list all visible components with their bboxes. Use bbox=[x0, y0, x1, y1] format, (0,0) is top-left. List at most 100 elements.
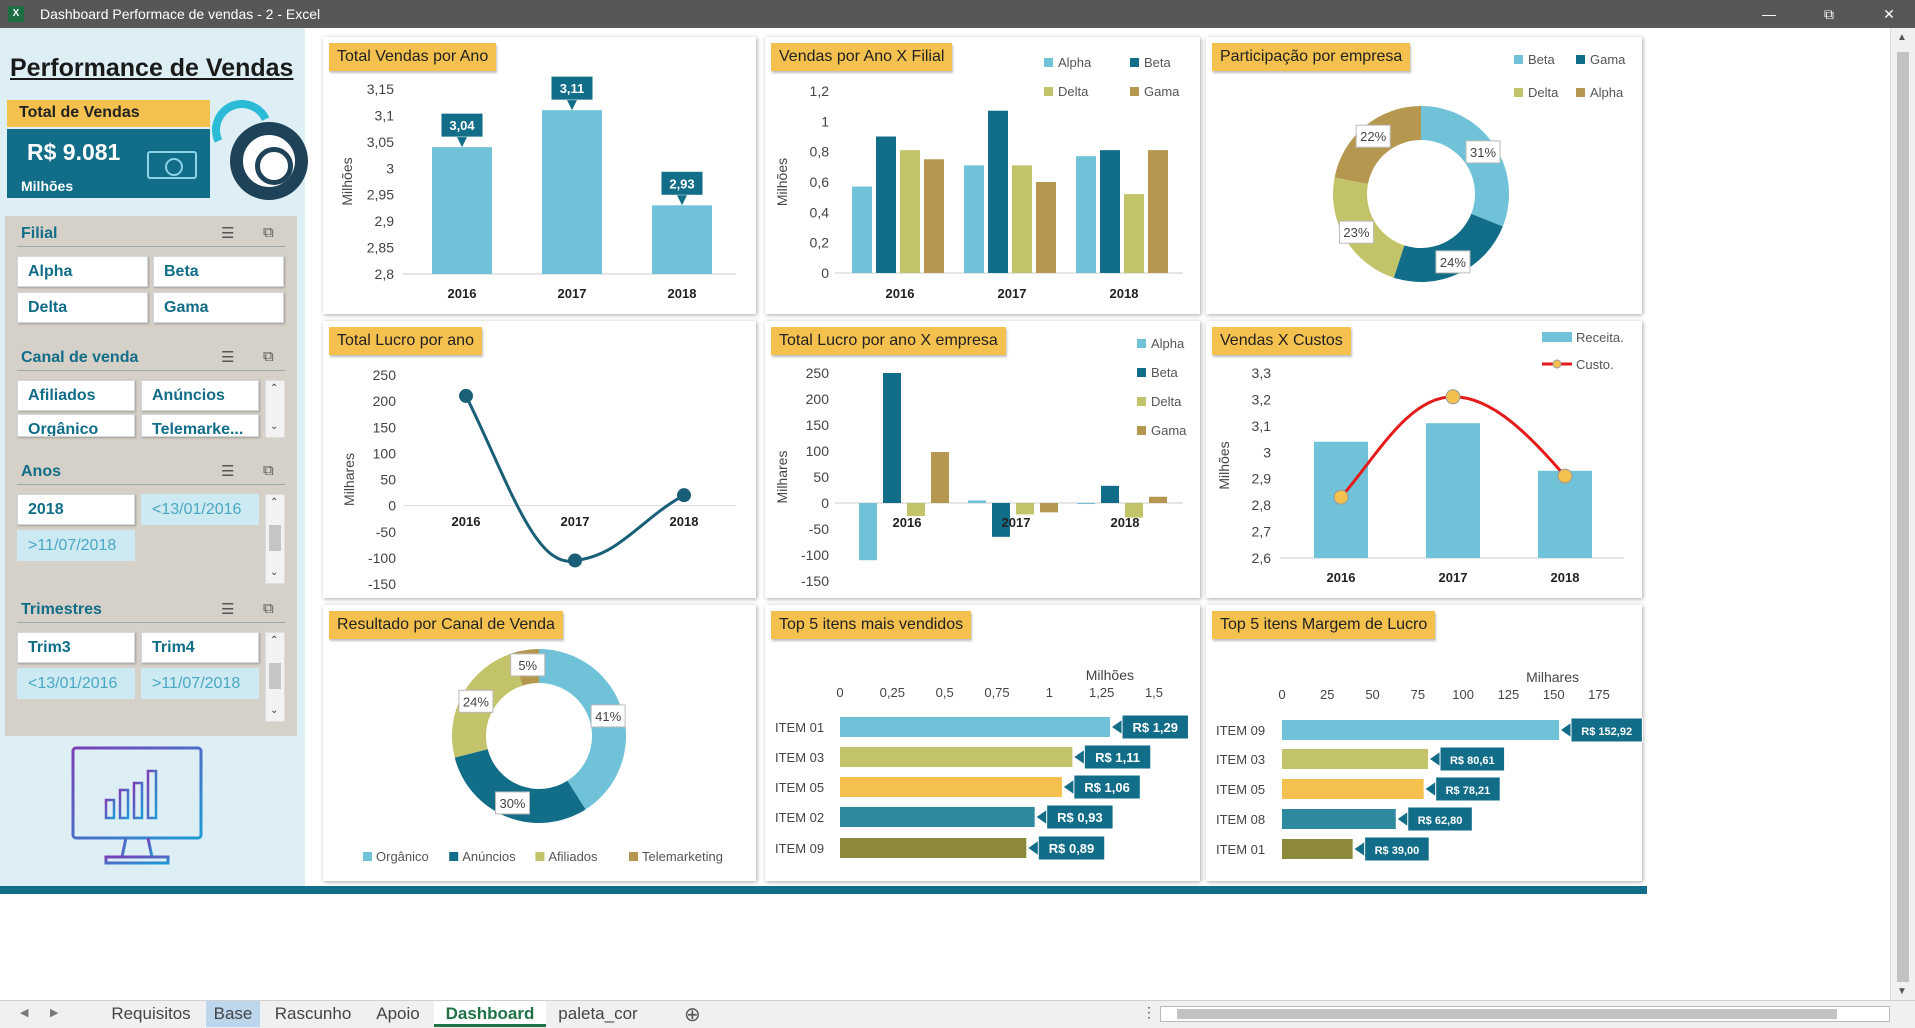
legend-swatch bbox=[449, 852, 459, 861]
y-tick-label: 50 bbox=[813, 469, 829, 485]
y-tick-label: 3,2 bbox=[1252, 391, 1272, 407]
vertical-scrollbar[interactable]: ▲ ▼ bbox=[1890, 28, 1915, 1000]
multi-select-icon[interactable]: ☰ bbox=[221, 600, 234, 618]
y-axis-label: Milhões bbox=[339, 157, 355, 205]
card-canal: Resultado por Canal de Venda 41% 30% 24% 5%… bbox=[323, 605, 756, 881]
slicer-item-telemarketing[interactable]: Telemarke... bbox=[141, 414, 259, 437]
legend-label: Custo. bbox=[1576, 357, 1614, 372]
x-tick-label: 2016 bbox=[1327, 570, 1356, 585]
legend-label: Beta bbox=[1151, 365, 1179, 380]
slicer-item-organico[interactable]: Orgânico bbox=[17, 414, 135, 437]
y-tick-label: 2,6 bbox=[1252, 550, 1272, 566]
data-label: 24% bbox=[1440, 255, 1466, 270]
y-tick-label: ITEM 09 bbox=[1216, 723, 1265, 738]
legend-swatch bbox=[1137, 339, 1146, 348]
slicer-item-trim3[interactable]: Trim3 bbox=[17, 632, 135, 663]
legend-swatch bbox=[1576, 88, 1585, 97]
y-tick-label: 2,8 bbox=[1252, 497, 1272, 513]
slicer-item-before[interactable]: <13/01/2016 bbox=[141, 494, 259, 525]
chevron-down-icon[interactable]: ⌄ bbox=[270, 421, 278, 432]
y-tick-label: ITEM 08 bbox=[1216, 812, 1265, 827]
divider bbox=[17, 246, 285, 247]
chevron-up-icon[interactable]: ⌃ bbox=[270, 635, 278, 646]
data-point bbox=[1333, 489, 1349, 505]
axis-unit-label: Milhões bbox=[1086, 667, 1134, 683]
clear-filter-icon[interactable]: ⧉ bbox=[263, 348, 274, 365]
data-point bbox=[1557, 468, 1573, 484]
chevron-down-icon[interactable]: ⌄ bbox=[270, 705, 278, 716]
slicer-item-beta[interactable]: Beta bbox=[153, 256, 284, 287]
slicer-item-after[interactable]: >11/07/2018 bbox=[141, 668, 259, 699]
slicer-item-delta[interactable]: Delta bbox=[17, 292, 148, 323]
tab-base[interactable]: Base bbox=[206, 1001, 260, 1027]
y-tick-label: 1 bbox=[821, 113, 829, 129]
data-label: 3,11 bbox=[560, 81, 585, 96]
data-label: 3,04 bbox=[449, 118, 475, 133]
more-options-icon[interactable]: ⋮ bbox=[1142, 1004, 1156, 1021]
tab-next-icon[interactable]: ▶ bbox=[50, 1006, 58, 1019]
legend-label: Beta bbox=[1144, 55, 1172, 70]
chevron-down-icon[interactable]: ⌄ bbox=[270, 567, 278, 578]
tab-requisitos[interactable]: Requisitos bbox=[100, 1001, 202, 1027]
slicer-item-trim4[interactable]: Trim4 bbox=[141, 632, 259, 663]
slicer-item-after[interactable]: >11/07/2018 bbox=[17, 530, 135, 561]
slicer-item-alpha[interactable]: Alpha bbox=[17, 256, 148, 287]
restore-icon[interactable]: ⧉ bbox=[1806, 0, 1852, 28]
legend-swatch bbox=[1130, 58, 1139, 67]
scroll-thumb[interactable] bbox=[269, 525, 281, 551]
multi-select-icon[interactable]: ☰ bbox=[221, 348, 234, 366]
legend-label: Delta bbox=[1528, 85, 1559, 100]
y-tick-label: ITEM 05 bbox=[1216, 782, 1265, 797]
slicer-item-2018[interactable]: 2018 bbox=[17, 494, 135, 525]
data-label-pointer bbox=[1354, 842, 1365, 856]
tab-prev-icon[interactable]: ◀ bbox=[20, 1006, 28, 1019]
bar bbox=[1282, 809, 1396, 829]
slicer-item-gama[interactable]: Gama bbox=[153, 292, 284, 323]
divider bbox=[17, 484, 285, 485]
bar bbox=[840, 717, 1111, 737]
slicer-item-afiliados[interactable]: Afiliados bbox=[17, 380, 135, 411]
bar bbox=[1040, 503, 1058, 513]
scroll-thumb[interactable] bbox=[1897, 52, 1909, 982]
slicer-item-before[interactable]: <13/01/2016 bbox=[17, 668, 135, 699]
chart-canal: 41% 30% 24% 5% Orgânico Anúncios Afiliados Tele… bbox=[363, 649, 723, 864]
clear-filter-icon[interactable]: ⧉ bbox=[263, 600, 274, 617]
scroll-up-icon[interactable]: ▲ bbox=[1897, 32, 1907, 43]
series-line bbox=[464, 395, 685, 563]
slicer-scrollbar[interactable]: ⌃ ⌄ bbox=[265, 380, 285, 438]
chevron-up-icon[interactable]: ⌃ bbox=[270, 383, 278, 394]
tab-apoio[interactable]: Apoio bbox=[366, 1001, 430, 1027]
scroll-thumb[interactable] bbox=[269, 663, 281, 689]
card-vendas-filial: Vendas por Ano X Filial 0 0,2 0,4 0,6 0,8 1 1,… bbox=[765, 37, 1200, 314]
data-point bbox=[568, 553, 582, 568]
multi-select-icon[interactable]: ☰ bbox=[221, 224, 234, 242]
tab-dashboard[interactable]: Dashboard bbox=[434, 1001, 546, 1027]
slicer-scrollbar[interactable]: ⌃ ⌄ bbox=[265, 494, 285, 584]
tab-paleta-cor[interactable]: paleta_cor bbox=[550, 1001, 646, 1027]
multi-select-icon[interactable]: ☰ bbox=[221, 462, 234, 480]
horizontal-scrollbar[interactable] bbox=[1160, 1006, 1890, 1022]
chevron-up-icon[interactable]: ⌃ bbox=[270, 497, 278, 508]
legend-swatch bbox=[1137, 426, 1146, 435]
slicer-scrollbar[interactable]: ⌃ ⌄ bbox=[265, 632, 285, 722]
y-tick-label: 2,95 bbox=[367, 187, 394, 203]
card-top-vendidos: Top 5 itens mais vendidos 0 0,25 0,5 0,75 1 1… bbox=[765, 605, 1200, 881]
y-tick-label: 200 bbox=[373, 393, 397, 409]
tab-rascunho[interactable]: Rascunho bbox=[264, 1001, 362, 1027]
y-tick-label: ITEM 01 bbox=[775, 720, 824, 735]
y-tick-label: ITEM 05 bbox=[775, 780, 824, 795]
close-icon[interactable]: ✕ bbox=[1866, 0, 1912, 28]
legend-swatch bbox=[1576, 55, 1585, 64]
bar bbox=[432, 147, 492, 274]
y-tick-label: 2,9 bbox=[375, 213, 395, 229]
clear-filter-icon[interactable]: ⧉ bbox=[263, 224, 274, 241]
scroll-down-icon[interactable]: ▼ bbox=[1897, 986, 1907, 997]
window-title: Dashboard Performace de vendas - 2 - Exc… bbox=[40, 6, 321, 22]
clear-filter-icon[interactable]: ⧉ bbox=[263, 462, 274, 479]
bar bbox=[840, 747, 1073, 767]
minimize-icon[interactable]: — bbox=[1746, 0, 1792, 28]
slicer-item-anuncios[interactable]: Anúncios bbox=[141, 380, 259, 411]
scroll-thumb[interactable] bbox=[1177, 1009, 1837, 1019]
x-tick-label: 75 bbox=[1411, 687, 1425, 702]
add-sheet-icon[interactable]: ⊕ bbox=[684, 1002, 701, 1027]
